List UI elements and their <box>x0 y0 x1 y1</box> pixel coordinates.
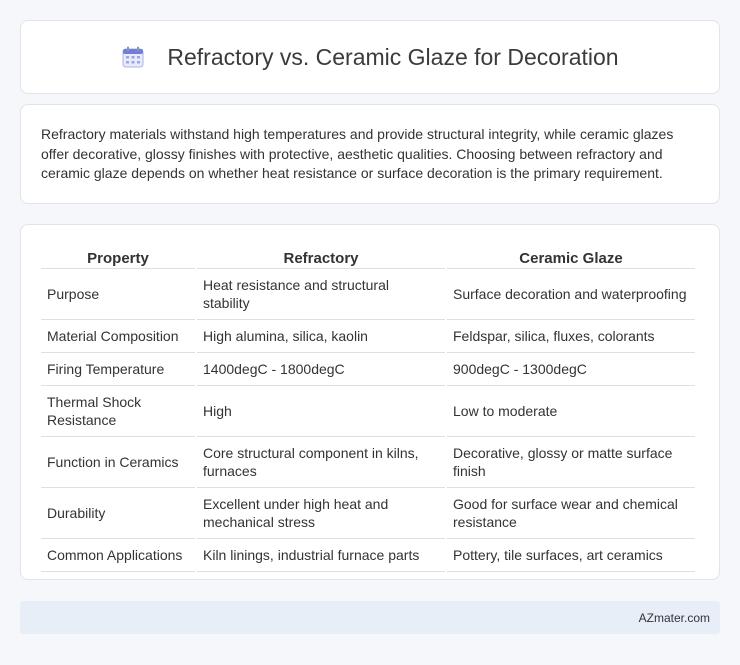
cell-property: Common Applications <box>41 539 195 572</box>
comparison-card: Property Refractory Ceramic Glaze Purpos… <box>20 224 720 580</box>
intro-card: Refractory materials withstand high temp… <box>20 104 720 204</box>
table-row: Function in Ceramics Core structural com… <box>41 437 695 488</box>
page-title: Refractory vs. Ceramic Glaze for Decorat… <box>167 43 619 70</box>
cell-property: Thermal Shock Resistance <box>41 386 195 437</box>
header-refractory: Refractory <box>197 243 445 269</box>
cell-refractory: Core structural component in kilns, furn… <box>197 437 445 488</box>
table-row: Material Composition High alumina, silic… <box>41 320 695 353</box>
cell-property: Purpose <box>41 269 195 320</box>
cell-property: Function in Ceramics <box>41 437 195 488</box>
cell-refractory: Excellent under high heat and mechanical… <box>197 488 445 539</box>
table-row: Thermal Shock Resistance High Low to mod… <box>41 386 695 437</box>
header-ceramic-glaze: Ceramic Glaze <box>447 243 695 269</box>
footer-brand: AZmater.com <box>638 610 710 625</box>
cell-ceramic-glaze: Good for surface wear and chemical resis… <box>447 488 695 539</box>
table-row: Purpose Heat resistance and structural s… <box>41 269 695 320</box>
cell-property: Material Composition <box>41 320 195 353</box>
cell-ceramic-glaze: 900degC - 1300degC <box>447 353 695 386</box>
calendar-icon <box>121 45 145 69</box>
cell-ceramic-glaze: Surface decoration and waterproofing <box>447 269 695 320</box>
cell-ceramic-glaze: Low to moderate <box>447 386 695 437</box>
title-card: Refractory vs. Ceramic Glaze for Decorat… <box>20 20 720 94</box>
table-header-row: Property Refractory Ceramic Glaze <box>41 243 695 269</box>
table-row: Durability Excellent under high heat and… <box>41 488 695 539</box>
cell-refractory: High alumina, silica, kaolin <box>197 320 445 353</box>
footer-bar: AZmater.com <box>20 601 720 634</box>
cell-ceramic-glaze: Feldspar, silica, fluxes, colorants <box>447 320 695 353</box>
title-wrap: Refractory vs. Ceramic Glaze for Decorat… <box>121 43 619 71</box>
cell-refractory: 1400degC - 1800degC <box>197 353 445 386</box>
cell-ceramic-glaze: Pottery, tile surfaces, art ceramics <box>447 539 695 572</box>
cell-property: Firing Temperature <box>41 353 195 386</box>
intro-text: Refractory materials withstand high temp… <box>41 126 674 181</box>
cell-refractory: Heat resistance and structural stability <box>197 269 445 320</box>
table-row: Firing Temperature 1400degC - 1800degC 9… <box>41 353 695 386</box>
cell-refractory: Kiln linings, industrial furnace parts <box>197 539 445 572</box>
table-row: Common Applications Kiln linings, indust… <box>41 539 695 572</box>
cell-refractory: High <box>197 386 445 437</box>
comparison-table: Property Refractory Ceramic Glaze Purpos… <box>39 243 697 572</box>
cell-ceramic-glaze: Decorative, glossy or matte surface fini… <box>447 437 695 488</box>
header-property: Property <box>41 243 195 269</box>
cell-property: Durability <box>41 488 195 539</box>
